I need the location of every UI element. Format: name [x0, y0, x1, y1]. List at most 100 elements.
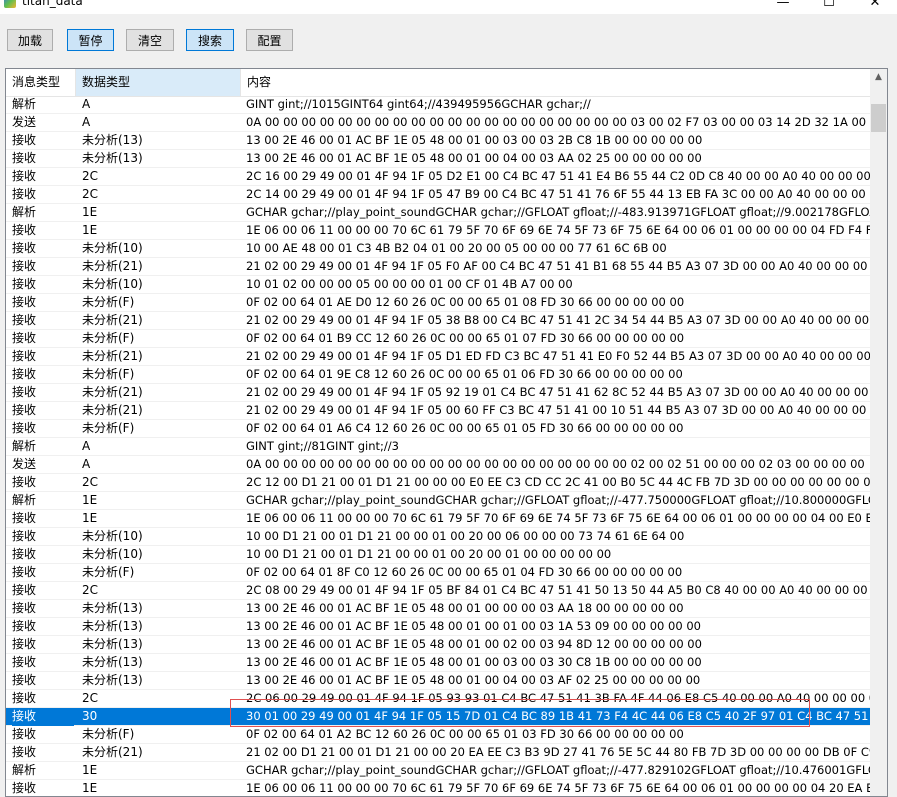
app-icon [4, 0, 16, 8]
cell-content: GCHAR gchar;//play_point_soundGCHAR gcha… [246, 493, 870, 507]
table-row[interactable]: 接收 未分析(13) 13 00 2E 46 00 01 AC BF 1E 05 4… [6, 150, 870, 168]
table-row[interactable]: 接收 未分析(21) 21 02 00 29 49 00 01 4F 94 1F 0… [6, 402, 870, 420]
cell-msg-type: 接收 [12, 565, 37, 579]
table-row[interactable]: 接收 未分析(10) 10 00 D1 21 00 01 D1 21 00 00 0… [6, 546, 870, 564]
column-header-msg-type[interactable]: 消息类型 [6, 69, 76, 96]
cell-content: GINT gint;//81GINT gint;//3 [246, 439, 399, 453]
list-rows: 解析 A GINT gint;//1015GINT64 gint64;//43949… [6, 96, 870, 796]
cell-msg-type: 接收 [12, 781, 37, 795]
table-row[interactable]: 接收 未分析(10) 10 00 AE 48 00 01 C3 4B B2 04 0… [6, 240, 870, 258]
table-row[interactable]: 接收 30 30 01 00 29 49 00 01 4F 94 1F 05 15 … [6, 708, 870, 726]
column-header-content[interactable]: 内容 [241, 69, 870, 96]
load-button[interactable]: 加载 [7, 29, 53, 51]
table-row[interactable]: 接收 未分析(13) 13 00 2E 46 00 01 AC BF 1E 05 4… [6, 672, 870, 690]
table-row[interactable]: 接收 未分析(10) 10 01 02 00 00 00 05 00 00 00 0… [6, 276, 870, 294]
table-row[interactable]: 接收 2C 2C 12 00 D1 21 00 01 D1 21 00 00 00 … [6, 474, 870, 492]
table-row[interactable]: 接收 2C 2C 14 00 29 49 00 01 4F 94 1F 05 47 … [6, 186, 870, 204]
cell-data-type: 1E [82, 223, 98, 237]
table-row[interactable]: 解析 1E GCHAR gchar;//play_point_soundGCHAR … [6, 492, 870, 510]
cell-msg-type: 接收 [12, 745, 37, 759]
cell-msg-type: 接收 [12, 529, 37, 543]
cell-content: 13 00 2E 46 00 01 AC BF 1E 05 48 00 01 0… [246, 133, 703, 147]
cell-data-type: 未分析(F) [82, 331, 135, 345]
cell-msg-type: 接收 [12, 421, 37, 435]
cell-data-type: 未分析(F) [82, 727, 135, 741]
table-row[interactable]: 接收 未分析(F) 0F 02 00 64 01 8F C0 12 60 26 0C… [6, 564, 870, 582]
cell-data-type: A [82, 115, 91, 129]
table-row[interactable]: 解析 1E GCHAR gchar;//play_point_soundGCHAR … [6, 762, 870, 780]
cell-data-type: 2C [82, 475, 99, 489]
cell-msg-type: 解析 [12, 493, 37, 507]
table-row[interactable]: 解析 A GINT gint;//1015GINT64 gint64;//43949… [6, 96, 870, 114]
table-row[interactable]: 接收 未分析(21) 21 02 00 29 49 00 01 4F 94 1F 0… [6, 384, 870, 402]
cell-content: 13 00 2E 46 00 01 AC BF 1E 05 48 00 01 0… [246, 601, 684, 615]
maximize-button[interactable]: ☐ [806, 0, 852, 14]
table-row[interactable]: 接收 未分析(F) 0F 02 00 64 01 9E C8 12 60 26 0C… [6, 366, 870, 384]
table-row[interactable]: 接收 未分析(F) 0F 02 00 64 01 AE D0 12 60 26 0C… [6, 294, 870, 312]
cell-msg-type: 接收 [12, 313, 37, 327]
table-row[interactable]: 接收 1E 1E 06 00 06 11 00 00 00 70 6C 61 79 … [6, 780, 870, 796]
cell-content: 1E 06 00 06 11 00 00 00 70 6C 61 79 5F 7… [246, 223, 870, 237]
table-row[interactable]: 解析 1E GCHAR gchar;//play_point_soundGCHAR … [6, 204, 870, 222]
table-row[interactable]: 接收 未分析(13) 13 00 2E 46 00 01 AC BF 1E 05 4… [6, 618, 870, 636]
cell-msg-type: 接收 [12, 367, 37, 381]
cell-content: 13 00 2E 46 00 01 AC BF 1E 05 48 00 01 0… [246, 151, 702, 165]
cell-content: 2C 08 00 29 49 00 01 4F 94 1F 05 BF 84 0… [246, 583, 870, 597]
cell-content: 0F 02 00 64 01 A6 C4 12 60 26 0C 00 00 6… [246, 421, 684, 435]
scroll-up-arrow-icon[interactable]: ▲ [870, 69, 887, 86]
table-row[interactable]: 接收 2C 2C 06 00 29 49 00 01 4F 94 1F 05 93 … [6, 690, 870, 708]
close-button[interactable]: ✕ [852, 0, 897, 14]
table-row[interactable]: 接收 未分析(13) 13 00 2E 46 00 01 AC BF 1E 05 4… [6, 636, 870, 654]
search-button[interactable]: 搜索 [186, 29, 234, 51]
cell-data-type: 未分析(21) [82, 745, 143, 759]
toolbar: 加载 暂停 清空 搜索 配置 [0, 14, 897, 66]
message-list[interactable]: 消息类型 数据类型 内容 解析 A GINT gint;//1015GINT64 g… [5, 68, 888, 797]
table-row[interactable]: 发送 A 0A 00 00 00 00 00 00 00 00 00 00 00 0… [6, 114, 870, 132]
cell-msg-type: 发送 [12, 457, 37, 471]
cell-msg-type: 接收 [12, 619, 37, 633]
table-row[interactable]: 接收 未分析(13) 13 00 2E 46 00 01 AC BF 1E 05 4… [6, 654, 870, 672]
cell-data-type: 未分析(13) [82, 655, 143, 669]
clear-button[interactable]: 清空 [126, 29, 174, 51]
cell-msg-type: 接收 [12, 511, 37, 525]
pause-button[interactable]: 暂停 [67, 29, 114, 51]
table-row[interactable]: 接收 未分析(21) 21 02 00 D1 21 00 01 D1 21 00 0… [6, 744, 870, 762]
cell-msg-type: 接收 [12, 349, 37, 363]
cell-msg-type: 接收 [12, 151, 37, 165]
cell-msg-type: 接收 [12, 673, 37, 687]
table-row[interactable]: 接收 未分析(F) 0F 02 00 64 01 A6 C4 12 60 26 0C… [6, 420, 870, 438]
table-row[interactable]: 接收 2C 2C 16 00 29 49 00 01 4F 94 1F 05 D2 … [6, 168, 870, 186]
cell-data-type: A [82, 439, 91, 453]
table-row[interactable]: 解析 A GINT gint;//81GINT gint;//3 [6, 438, 870, 456]
cell-data-type: 未分析(21) [82, 349, 143, 363]
table-row[interactable]: 接收 未分析(13) 13 00 2E 46 00 01 AC BF 1E 05 4… [6, 600, 870, 618]
vertical-scrollbar[interactable]: ▲ [870, 69, 887, 796]
table-row[interactable]: 接收 未分析(10) 10 00 D1 21 00 01 D1 21 00 00 0… [6, 528, 870, 546]
table-row[interactable]: 接收 未分析(F) 0F 02 00 64 01 A2 BC 12 60 26 0C… [6, 726, 870, 744]
table-row[interactable]: 接收 未分析(F) 0F 02 00 64 01 B9 CC 12 60 26 0C… [6, 330, 870, 348]
table-row[interactable]: 接收 1E 1E 06 00 06 11 00 00 00 70 6C 61 79 … [6, 222, 870, 240]
table-row[interactable]: 接收 未分析(21) 21 02 00 29 49 00 01 4F 94 1F 0… [6, 348, 870, 366]
table-row[interactable]: 接收 未分析(21) 21 02 00 29 49 00 01 4F 94 1F 0… [6, 312, 870, 330]
minimize-button[interactable]: — [760, 0, 806, 14]
table-row[interactable]: 发送 A 0A 00 00 00 00 00 00 00 00 00 00 00 0… [6, 456, 870, 474]
column-header-data-type[interactable]: 数据类型 [76, 69, 241, 96]
cell-msg-type: 接收 [12, 223, 37, 237]
cell-data-type: 2C [82, 169, 99, 183]
cell-msg-type: 接收 [12, 601, 37, 615]
cell-content: 2C 12 00 D1 21 00 01 D1 21 00 00 00 E0 E… [246, 475, 870, 489]
cell-msg-type: 接收 [12, 691, 37, 705]
table-row[interactable]: 接收 2C 2C 08 00 29 49 00 01 4F 94 1F 05 BF … [6, 582, 870, 600]
cell-msg-type: 接收 [12, 241, 37, 255]
table-row[interactable]: 接收 1E 1E 06 00 06 11 00 00 00 70 6C 61 79 … [6, 510, 870, 528]
scrollbar-thumb[interactable] [871, 104, 886, 132]
table-row[interactable]: 接收 未分析(21) 21 02 00 29 49 00 01 4F 94 1F 0… [6, 258, 870, 276]
cell-data-type: 未分析(13) [82, 637, 143, 651]
table-row[interactable]: 接收 未分析(13) 13 00 2E 46 00 01 AC BF 1E 05 4… [6, 132, 870, 150]
cell-msg-type: 接收 [12, 277, 37, 291]
window-title: titan_data [22, 0, 83, 8]
config-button[interactable]: 配置 [246, 29, 293, 51]
cell-content: 0F 02 00 64 01 9E C8 12 60 26 0C 00 00 6… [246, 367, 683, 381]
cell-data-type: 未分析(F) [82, 295, 135, 309]
cell-content: 21 02 00 29 49 00 01 4F 94 1F 05 F0 AF 0… [246, 259, 870, 273]
